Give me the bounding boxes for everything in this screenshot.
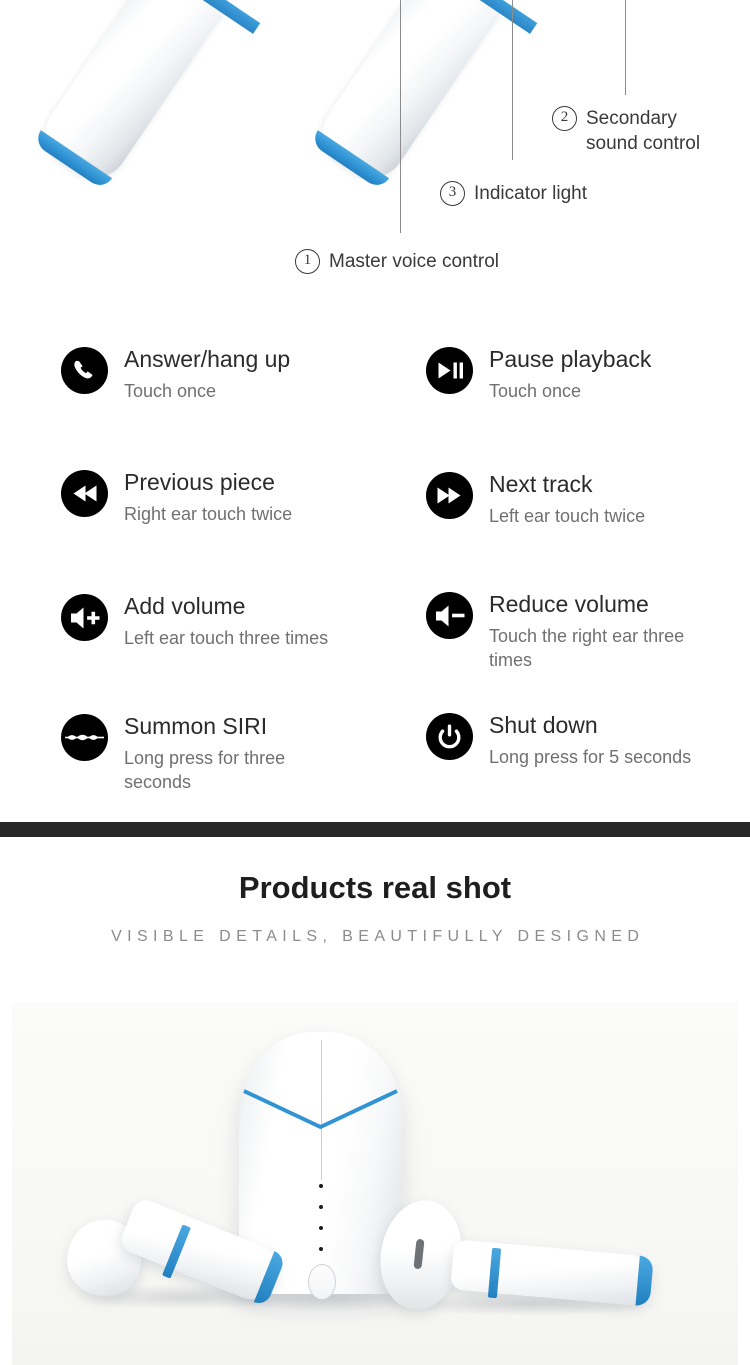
siri-waveform-icon: [61, 714, 108, 761]
product-photo: [12, 1002, 738, 1365]
feature-text-group: Answer/hang up Touch once: [124, 345, 290, 403]
feature-title: Answer/hang up: [124, 346, 291, 372]
feature-text-group: Reduce volume Touch the right ear three …: [489, 590, 719, 672]
volume-up-icon: [61, 594, 108, 641]
play-pause-icon: [426, 347, 473, 394]
callout-master-voice-control: 1 Master voice control: [295, 249, 499, 274]
feature-add-volume: Add volume Left ear touch three times: [61, 592, 328, 650]
circled-number-icon: 3: [440, 181, 465, 206]
led-indicator: [318, 1247, 323, 1251]
feature-description: Long press for three seconds: [124, 748, 286, 792]
feature-summon-siri: Summon SIRI Long press for three seconds: [61, 712, 354, 794]
feature-answer-hang-up: Answer/hang up Touch once: [61, 345, 290, 403]
earbud-illustration-left: [32, 0, 244, 191]
circled-number-icon: 1: [295, 249, 320, 274]
feature-title: Next track: [489, 471, 593, 497]
case-chevron-accent: [243, 1089, 398, 1129]
feature-title: Pause playback: [489, 346, 652, 372]
case-button: [307, 1264, 336, 1300]
feature-text-group: Pause playback Touch once: [489, 345, 651, 403]
feature-title: Summon SIRI: [124, 713, 268, 739]
feature-previous-piece: Previous piece Right ear touch twice: [61, 468, 292, 526]
feature-text-group: Add volume Left ear touch three times: [124, 592, 328, 650]
feature-description: Left ear touch three times: [124, 628, 329, 648]
section-title: Products real shot: [238, 870, 512, 905]
feature-text-group: Next track Left ear touch twice: [489, 470, 645, 528]
feature-next-track: Next track Left ear touch twice: [426, 470, 645, 528]
section-subtitle: VISIBLE DETAILS, BEAUTIFULLY DESIGNED: [111, 928, 645, 945]
products-real-shot-section: Products real shot VISIBLE DETAILS, BEAU…: [0, 837, 750, 1365]
circled-number-icon: 2: [552, 106, 577, 131]
product-diagram-section: 2 Secondary sound control 3 Indicator li…: [0, 0, 750, 300]
power-icon: [426, 713, 473, 760]
led-indicator: [318, 1184, 323, 1188]
phone-handset-icon: [61, 347, 108, 394]
feature-title: Add volume: [124, 593, 246, 619]
feature-text-group: Previous piece Right ear touch twice: [124, 468, 292, 526]
callout-label: Master voice control: [329, 251, 500, 272]
feature-description: Right ear touch twice: [124, 504, 293, 524]
callout-label: Indicator light: [474, 183, 588, 204]
callout-leader-line-2: [625, 0, 626, 95]
feature-description: Long press for 5 seconds: [489, 747, 692, 767]
feature-description: Left ear touch twice: [489, 506, 646, 526]
callout-label: Secondary sound control: [586, 108, 701, 154]
callout-leader-line-3: [512, 0, 513, 160]
callout-leader-line-1: [400, 0, 401, 233]
feature-description: Touch once: [124, 381, 217, 401]
feature-shut-down: Shut down Long press for 5 seconds: [426, 711, 691, 769]
earbud-illustration-right: [309, 0, 521, 191]
feature-description: Touch once: [489, 381, 582, 401]
feature-title: Previous piece: [124, 469, 275, 495]
led-indicator: [318, 1205, 323, 1209]
volume-down-icon: [426, 592, 473, 639]
next-track-icon: [426, 472, 473, 519]
callout-indicator-light: 3 Indicator light: [440, 181, 587, 206]
previous-track-icon: [61, 470, 108, 517]
feature-title: Shut down: [489, 712, 598, 738]
callout-secondary-sound-control: 2 Secondary sound control: [552, 106, 700, 156]
touch-controls-section: Answer/hang up Touch once Previous piece…: [0, 300, 750, 822]
feature-description: Touch the right ear three times: [489, 626, 685, 670]
led-indicator: [318, 1226, 323, 1230]
feature-reduce-volume: Reduce volume Touch the right ear three …: [426, 590, 719, 672]
feature-text-group: Shut down Long press for 5 seconds: [489, 711, 691, 769]
feature-title: Reduce volume: [489, 591, 649, 617]
feature-text-group: Summon SIRI Long press for three seconds: [124, 712, 354, 794]
feature-pause-playback: Pause playback Touch once: [426, 345, 651, 403]
section-divider: [0, 822, 750, 837]
